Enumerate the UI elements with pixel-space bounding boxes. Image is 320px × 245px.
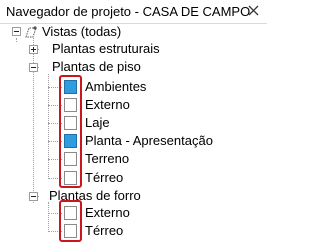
expand-toggle[interactable] [29,45,38,54]
tree-item-ambientes[interactable]: Ambientes [85,78,146,96]
tree-item-terreno[interactable]: Terreno [85,150,129,168]
tree-item-externo[interactable]: Externo [85,96,130,114]
tree-item-terreo-forro[interactable]: Térreo [85,222,123,240]
highlight-box [59,75,82,188]
close-icon [248,5,259,16]
collapse-toggle[interactable] [12,27,21,36]
highlight-box [59,200,82,242]
tree-guide-line [48,74,49,179]
collapse-toggle[interactable] [29,192,38,201]
tree-item-plantas-estruturais[interactable]: Plantas estruturais [52,40,160,58]
tree-item-externo-forro[interactable]: Externo [85,204,130,222]
tree-item-laje[interactable]: Laje [85,114,110,132]
tree-item-vistas-todas[interactable]: Vistas (todas) [42,23,121,41]
project-browser-panel: Navegador de projeto - CASA DE CAMPO Vis… [0,0,267,245]
tree-item-plantas-de-piso[interactable]: Plantas de piso [52,58,141,76]
tree-guide-line [48,202,49,232]
tree-guide-line [16,38,17,42]
project-tree: Vistas (todas) Plantas estruturais Plant… [0,24,267,245]
views-icon [25,26,37,38]
panel-title: Navegador de projeto - CASA DE CAMPO [6,4,251,19]
tree-item-planta-apresentacao[interactable]: Planta - Apresentação [85,132,213,150]
collapse-toggle[interactable] [29,63,38,72]
tree-item-terreo[interactable]: Térreo [85,169,123,187]
close-button[interactable] [244,0,264,22]
title-bar: Navegador de projeto - CASA DE CAMPO [0,0,267,24]
